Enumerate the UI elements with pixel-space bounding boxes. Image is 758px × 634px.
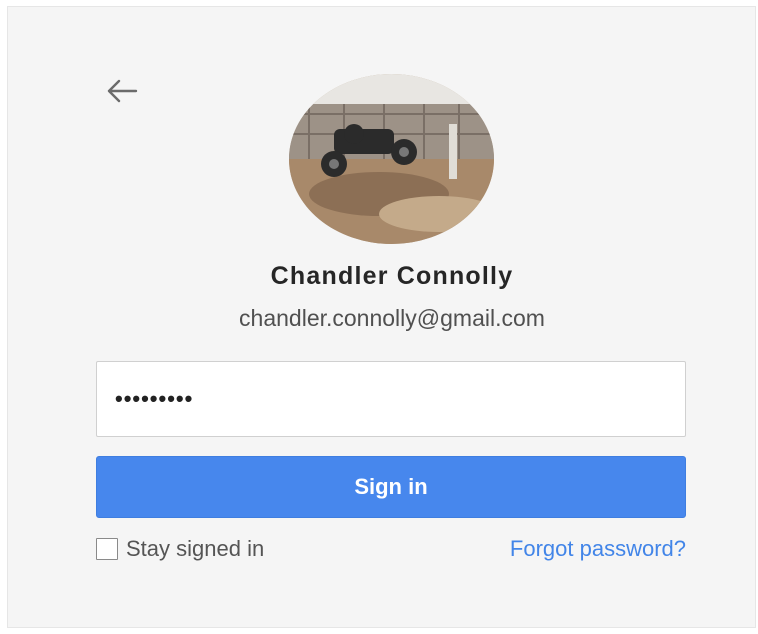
sign-in-button[interactable]: Sign in [96, 456, 686, 518]
password-field[interactable] [96, 361, 686, 437]
stay-signed-in-option[interactable]: Stay signed in [96, 536, 264, 562]
forgot-password-link[interactable]: Forgot password? [510, 536, 686, 562]
back-arrow-icon[interactable] [103, 76, 139, 106]
stay-signed-in-checkbox[interactable] [96, 538, 118, 560]
stay-signed-in-label: Stay signed in [126, 536, 265, 561]
avatar [289, 74, 494, 244]
account-name: Chandler Connolly [270, 262, 514, 290]
account-email: chandler.connolly@gmail.com [239, 305, 545, 331]
